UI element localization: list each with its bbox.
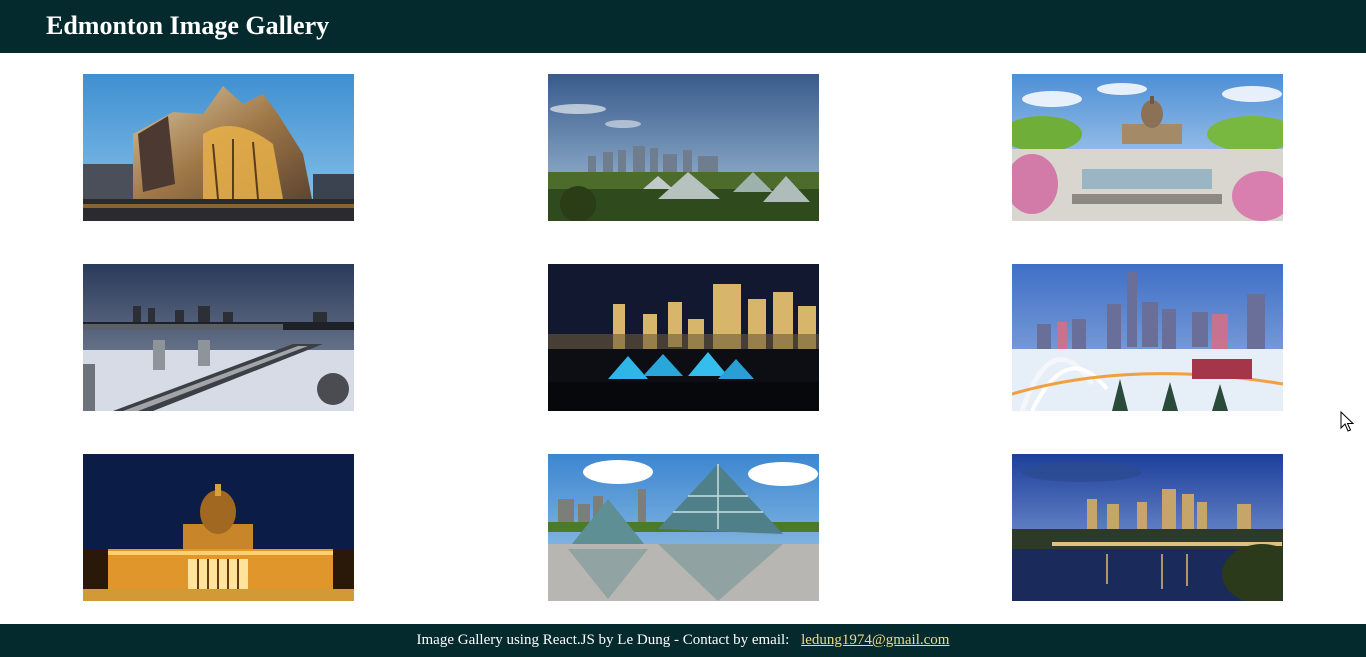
image-gallery <box>0 53 1366 624</box>
page-title: Edmonton Image Gallery <box>46 11 330 40</box>
app-footer: Image Gallery using React.JS by Le Dung … <box>0 624 1366 657</box>
footer-text: Image Gallery using React.JS by Le Dung … <box>416 632 790 648</box>
river-skyline-dusk-photo <box>1012 454 1283 601</box>
gallery-image-legislature-gardens[interactable] <box>1012 74 1283 221</box>
legislature-night-photo <box>83 454 354 601</box>
muttart-pyramids-photo <box>548 454 819 601</box>
gallery-image-legislature-night[interactable] <box>83 454 354 601</box>
gallery-image-city-skyline[interactable] <box>548 74 819 221</box>
gallery-image-art-gallery[interactable] <box>83 74 354 221</box>
gallery-image-bridge-winter[interactable] <box>83 264 354 411</box>
walterdale-bridge-photo <box>1012 264 1283 411</box>
gallery-image-river-skyline[interactable] <box>1012 454 1283 601</box>
gallery-image-muttart-pyramids[interactable] <box>548 454 819 601</box>
gallery-image-night-skyline[interactable] <box>548 264 819 411</box>
gallery-image-walterdale-bridge[interactable] <box>1012 264 1283 411</box>
email-link[interactable]: ledung1974@gmail.com <box>801 632 949 648</box>
mouse-cursor-icon <box>1340 411 1354 432</box>
city-skyline-pyramids-photo <box>548 74 819 221</box>
legislature-gardens-photo <box>1012 74 1283 221</box>
night-skyline-pyramids-photo <box>548 264 819 411</box>
app-header: Edmonton Image Gallery <box>0 0 1366 53</box>
art-gallery-building-photo <box>83 74 354 221</box>
bridge-winter-photo <box>83 264 354 411</box>
